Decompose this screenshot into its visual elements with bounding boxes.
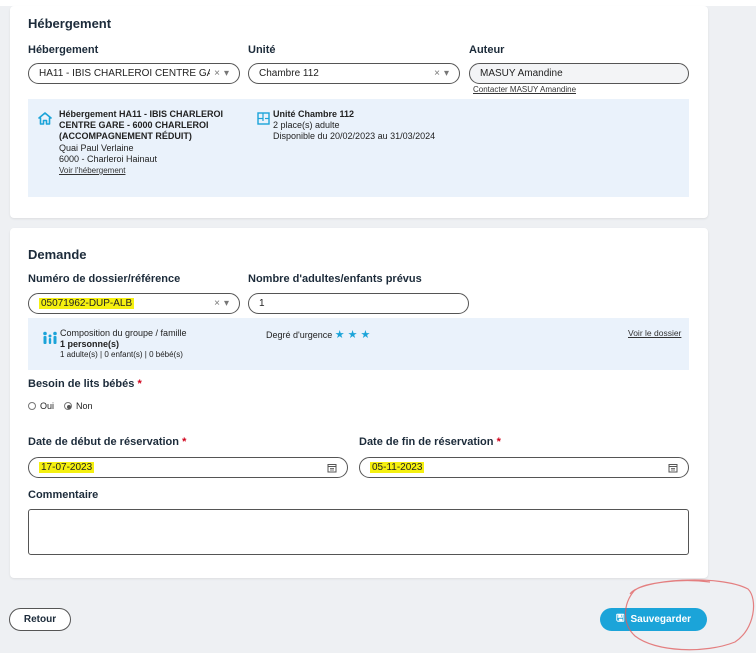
radio-icon[interactable] — [28, 402, 36, 410]
hebergement-label: Hébergement — [28, 44, 99, 56]
accommodation-info-title-1: Hébergement HA11 - IBIS CHARLEROI — [59, 109, 224, 119]
auteur-label: Auteur — [469, 44, 505, 56]
family-icon — [43, 331, 57, 344]
unite-select[interactable]: Chambre 112 × ▾ — [248, 63, 460, 84]
dossier-select[interactable]: 05071962-DUP-ALB × ▾ — [28, 293, 240, 314]
calendar-icon[interactable] — [327, 463, 337, 473]
unite-label: Unité — [248, 44, 276, 56]
group-persons: 1 personne(s) — [60, 339, 120, 349]
end-date-label: Date de fin de réservation * — [359, 436, 501, 448]
accommodation-info-box: Hébergement HA11 - IBIS CHARLEROI CENTRE… — [28, 99, 689, 197]
hebergement-value: HA11 - IBIS CHARLEROI CENTRE GA... — [39, 68, 211, 79]
chevron-down-icon[interactable]: ▾ — [224, 298, 229, 309]
cribs-option-oui-label: Oui — [40, 401, 55, 411]
accommodation-card: Hébergement Hébergement HA11 - IBIS CHAR… — [10, 6, 708, 218]
end-date-value: 05-11-2023 — [370, 462, 425, 473]
unit-info-places: 2 place(s) adulte — [273, 120, 340, 130]
back-button[interactable]: Retour — [9, 608, 71, 631]
clear-icon[interactable]: × — [214, 68, 220, 79]
end-date-input[interactable]: 05-11-2023 — [359, 457, 689, 478]
annotation-circle — [624, 579, 755, 651]
floor-plan-icon — [257, 112, 270, 125]
accommodation-address-1: Quai Paul Verlaine — [59, 143, 134, 153]
comment-label: Commentaire — [28, 489, 99, 501]
dossier-value: 05071962-DUP-ALB — [39, 298, 135, 309]
start-date-label-text: Date de début de réservation — [28, 436, 179, 448]
start-date-input[interactable]: 17-07-2023 — [28, 457, 348, 478]
view-accommodation-link[interactable]: Voir l'hébergement — [59, 166, 125, 175]
view-dossier-link[interactable]: Voir le dossier — [628, 328, 681, 338]
cribs-label-text: Besoin de lits bébés — [28, 378, 135, 390]
cribs-label: Besoin de lits bébés * — [28, 378, 142, 390]
home-icon — [38, 112, 52, 125]
end-date-label-text: Date de fin de réservation — [359, 436, 494, 448]
unit-info-title: Unité Chambre 112 — [273, 109, 355, 119]
count-value: 1 — [259, 298, 265, 309]
accommodation-section-title: Hébergement — [28, 16, 112, 31]
cribs-option-non[interactable]: Non — [64, 401, 93, 411]
hebergement-select[interactable]: HA11 - IBIS CHARLEROI CENTRE GA... × ▾ — [28, 63, 240, 84]
accommodation-info-title-2: CENTRE GARE - 6000 CHARLEROI — [59, 120, 209, 130]
request-section-title: Demande — [28, 247, 87, 262]
chevron-down-icon[interactable]: ▾ — [224, 68, 229, 79]
urgency-label-text: Degré d'urgence — [266, 330, 333, 340]
contact-author-link[interactable]: Contacter MASUY Amandine — [473, 85, 576, 94]
start-date-value: 17-07-2023 — [39, 462, 95, 473]
unite-value: Chambre 112 — [259, 68, 319, 79]
group-detail: 1 adulte(s) | 0 enfant(s) | 0 bébé(s) — [60, 350, 183, 359]
urgency-stars-icon: ★★★ — [334, 329, 374, 341]
request-card: Demande Numéro de dossier/référence 0507… — [10, 228, 708, 578]
unit-info-availability: Disponible du 20/02/2023 au 31/03/2024 — [273, 131, 436, 141]
clear-icon[interactable]: × — [434, 68, 440, 79]
auteur-value: MASUY Amandine — [480, 68, 563, 79]
count-label: Nombre d'adultes/enfants prévus — [248, 273, 422, 285]
cribs-option-oui[interactable]: Oui — [28, 401, 54, 411]
start-date-label: Date de début de réservation * — [28, 436, 187, 448]
count-input[interactable]: 1 — [248, 293, 469, 314]
urgency-label: Degré d'urgence ★★★ — [266, 328, 373, 341]
dossier-label: Numéro de dossier/référence — [28, 273, 181, 285]
accommodation-info-title-3: (ACCOMPAGNEMENT RÉDUIT) — [59, 131, 192, 141]
radio-selected-icon[interactable] — [64, 402, 73, 410]
group-composition-title: Composition du groupe / famille — [60, 328, 187, 338]
accommodation-address-2: 6000 - Charleroi Hainaut — [59, 154, 158, 164]
cribs-radio-group: Oui Non — [28, 401, 93, 411]
comment-textarea[interactable] — [28, 509, 689, 555]
clear-icon[interactable]: × — [214, 298, 220, 309]
chevron-down-icon[interactable]: ▾ — [444, 68, 449, 79]
cribs-option-non-label: Non — [76, 401, 93, 411]
group-info-box: Composition du groupe / famille 1 person… — [28, 318, 689, 370]
calendar-icon[interactable] — [668, 463, 678, 473]
auteur-field: MASUY Amandine — [469, 63, 689, 84]
